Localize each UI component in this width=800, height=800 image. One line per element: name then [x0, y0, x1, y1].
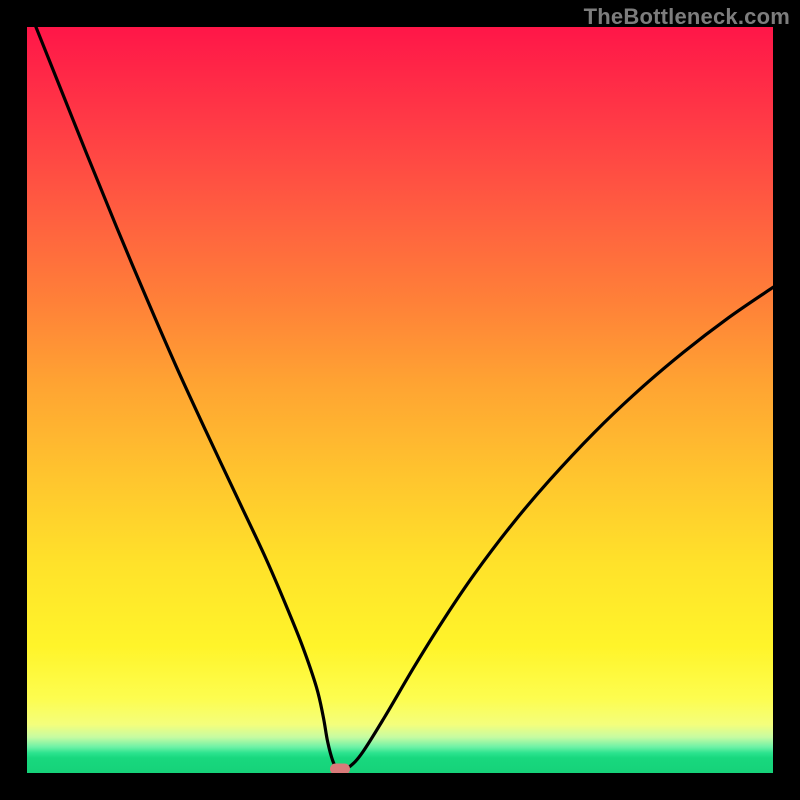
chart-frame: TheBottleneck.com [0, 0, 800, 800]
curve-layer [27, 27, 773, 773]
watermark-text: TheBottleneck.com [584, 4, 790, 30]
sweet-spot-marker [330, 763, 350, 773]
plot-area [27, 27, 773, 773]
bottleneck-curve [27, 27, 773, 769]
